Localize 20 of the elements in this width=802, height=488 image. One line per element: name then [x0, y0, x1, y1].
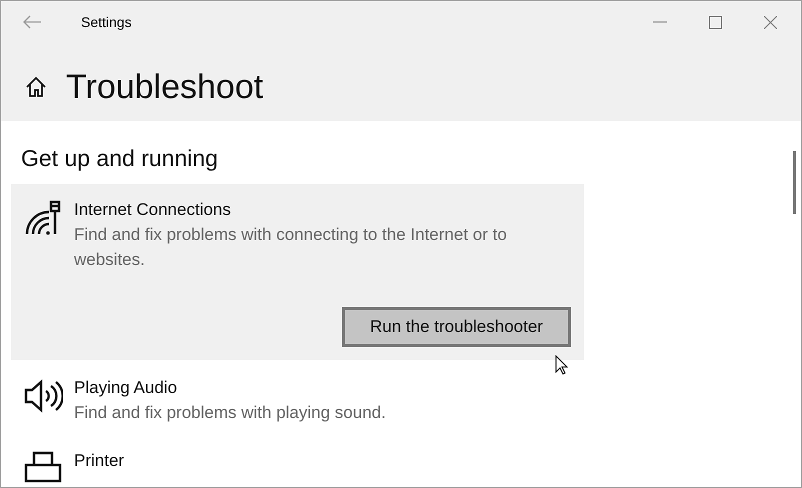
network-icon	[23, 198, 63, 238]
mouse-cursor-icon	[555, 355, 569, 375]
troubleshooter-item[interactable]: Printer	[11, 433, 584, 487]
home-icon[interactable]	[25, 76, 47, 98]
minimize-icon[interactable]	[653, 21, 667, 23]
troubleshooter-item[interactable]: Playing Audio Find and fix problems with playing sound.	[11, 360, 584, 433]
troubleshooter-card[interactable]: Internet Connections Find and fix problems with connecting to the Internet or to websites. Run the troubleshooter	[11, 184, 584, 360]
item-description: Find and fix problems with playing sound.	[74, 402, 387, 424]
maximize-icon[interactable]	[709, 16, 722, 28]
item-title: Playing Audio	[74, 377, 178, 399]
section-title: Get up and running	[21, 147, 218, 170]
window-title: Settings	[81, 12, 132, 32]
item-title: Printer	[74, 450, 124, 472]
scrollbar-thumb[interactable]	[793, 151, 796, 214]
run-troubleshooter-button[interactable]: Run the troubleshooter	[342, 307, 571, 347]
close-icon[interactable]	[764, 16, 777, 28]
page-title: Troubleshoot	[66, 70, 264, 104]
item-description: Find and fix problems with connecting to the Internet or to websites.	[74, 224, 508, 271]
back-arrow-icon[interactable]	[23, 15, 41, 29]
item-title: Internet Connections	[74, 199, 232, 221]
